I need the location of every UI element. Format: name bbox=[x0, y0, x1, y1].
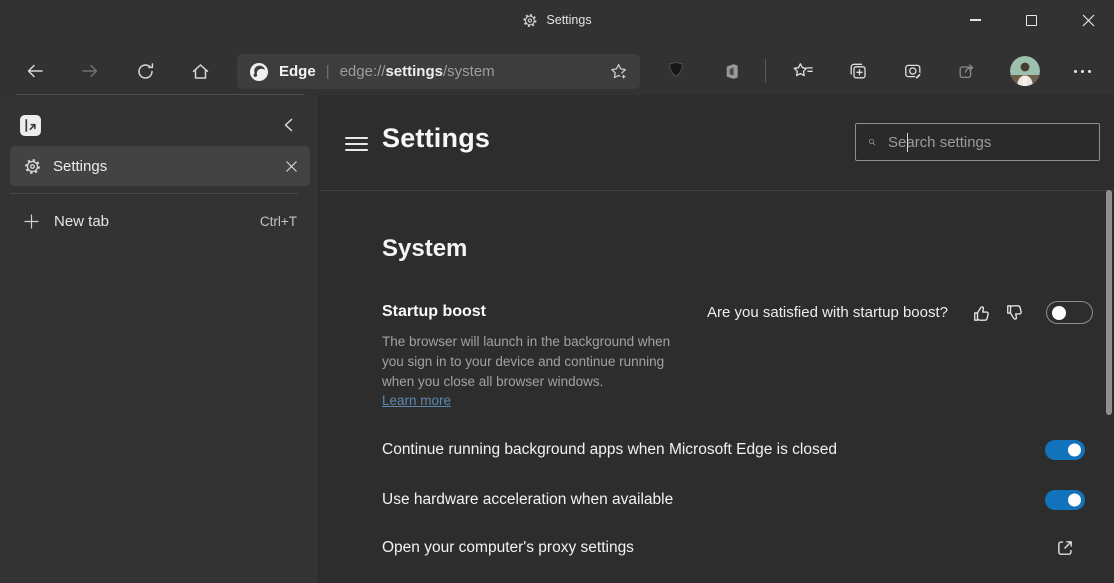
startup-boost-label: Startup boost bbox=[382, 303, 486, 321]
proxy-settings-row[interactable]: Open your computer's proxy settings bbox=[382, 536, 1085, 560]
background-apps-label: Continue running background apps when Mi… bbox=[382, 441, 837, 459]
gear-icon bbox=[522, 13, 537, 28]
minimize-button[interactable] bbox=[952, 0, 998, 40]
toggle-knob bbox=[1052, 306, 1066, 320]
back-button[interactable] bbox=[17, 53, 53, 89]
minimize-icon bbox=[970, 19, 981, 21]
url-scheme: edge:// bbox=[340, 63, 386, 80]
refresh-icon bbox=[135, 61, 156, 82]
hardware-acceleration-row: Use hardware acceleration when available bbox=[382, 488, 1085, 512]
toggle-knob bbox=[1068, 494, 1081, 507]
vertical-tabs-panel: Settings New tab Ctrl+T bbox=[0, 95, 319, 583]
favorites-star-icon bbox=[792, 61, 814, 81]
add-favorite-icon[interactable] bbox=[609, 62, 629, 82]
sidebar-tab-settings[interactable]: Settings bbox=[10, 146, 310, 186]
survey-question: Are you satisfied with startup boost? bbox=[707, 304, 948, 321]
thumbs-down-button[interactable] bbox=[998, 300, 1031, 325]
chevron-left-icon bbox=[280, 116, 298, 134]
new-tab-label: New tab bbox=[54, 213, 260, 230]
search-input[interactable] bbox=[886, 133, 1089, 152]
share-icon bbox=[957, 61, 977, 81]
thumbs-up-icon bbox=[971, 302, 993, 324]
close-icon bbox=[1082, 14, 1095, 27]
profile-avatar[interactable] bbox=[1010, 56, 1040, 86]
startup-boost-toggle[interactable] bbox=[1046, 301, 1093, 324]
tab-actions-icon bbox=[19, 114, 42, 137]
new-tab-shortcut: Ctrl+T bbox=[260, 214, 297, 229]
settings-menu-toggle[interactable] bbox=[345, 137, 368, 151]
sidebar-top-divider bbox=[16, 94, 304, 95]
extension-shield-button[interactable] bbox=[659, 54, 693, 88]
edge-browser-window: Settings bbox=[0, 0, 1114, 583]
hardware-acceleration-label: Use hardware acceleration when available bbox=[382, 491, 673, 509]
close-tab-icon[interactable] bbox=[285, 160, 298, 173]
close-button[interactable] bbox=[1065, 0, 1111, 40]
plus-icon bbox=[23, 213, 40, 230]
thumbs-up-button[interactable] bbox=[965, 300, 998, 325]
learn-more-link[interactable]: Learn more bbox=[382, 393, 451, 408]
favorites-button[interactable] bbox=[786, 54, 820, 88]
startup-boost-survey: Are you satisfied with startup boost? bbox=[707, 300, 1093, 325]
section-title: System bbox=[382, 235, 467, 263]
browser-chrome: Settings bbox=[0, 0, 1114, 95]
address-bar[interactable]: Edge | edge:// settings /system bbox=[237, 54, 640, 89]
gear-icon bbox=[24, 158, 41, 175]
startup-boost-description: The browser will launch in the backgroun… bbox=[382, 332, 694, 392]
text-cursor bbox=[907, 133, 908, 152]
web-capture-icon bbox=[903, 61, 924, 81]
url-path: /system bbox=[443, 63, 495, 80]
settings-menu-button[interactable] bbox=[1065, 54, 1099, 88]
window-title-text: Settings bbox=[546, 13, 591, 27]
toggle-knob bbox=[1068, 444, 1081, 457]
shield-icon bbox=[666, 60, 686, 82]
url-separator: | bbox=[326, 63, 330, 80]
avatar-image bbox=[1010, 56, 1040, 86]
collections-icon bbox=[848, 61, 868, 81]
edge-logo bbox=[249, 62, 269, 82]
window-title: Settings bbox=[522, 0, 591, 40]
forward-button[interactable] bbox=[72, 53, 108, 89]
url-text: Edge | edge:// settings /system bbox=[269, 63, 495, 80]
share-button[interactable] bbox=[950, 54, 984, 88]
maximize-button[interactable] bbox=[1008, 0, 1054, 40]
collections-button[interactable] bbox=[841, 54, 875, 88]
site-name: Edge bbox=[279, 63, 316, 80]
settings-content: Settings System Startup boost The browse… bbox=[320, 95, 1114, 583]
ellipsis-icon bbox=[1074, 70, 1091, 73]
hardware-acceleration-toggle[interactable] bbox=[1045, 490, 1085, 510]
url-host: settings bbox=[385, 63, 443, 80]
refresh-button[interactable] bbox=[127, 53, 163, 89]
maximize-icon bbox=[1026, 15, 1037, 26]
scrollbar-thumb[interactable] bbox=[1106, 190, 1112, 415]
extension-office-button[interactable] bbox=[714, 54, 748, 88]
background-apps-row: Continue running background apps when Mi… bbox=[382, 438, 1085, 462]
page-title: Settings bbox=[382, 123, 490, 154]
tab-label: Settings bbox=[53, 158, 285, 175]
proxy-settings-label: Open your computer's proxy settings bbox=[382, 539, 634, 557]
home-icon bbox=[190, 61, 211, 82]
header-divider bbox=[320, 190, 1114, 191]
search-icon bbox=[868, 133, 876, 151]
background-apps-toggle[interactable] bbox=[1045, 440, 1085, 460]
office-icon bbox=[722, 62, 741, 81]
thumbs-down-icon bbox=[1004, 302, 1026, 324]
new-tab-button[interactable]: New tab Ctrl+T bbox=[0, 203, 319, 239]
back-arrow-icon bbox=[25, 61, 45, 81]
external-link-icon bbox=[1054, 537, 1076, 559]
collapse-pane-button[interactable] bbox=[280, 116, 298, 134]
tab-actions-button[interactable] bbox=[19, 114, 42, 137]
web-capture-button[interactable] bbox=[896, 54, 930, 88]
home-button[interactable] bbox=[182, 53, 218, 89]
sidebar-divider bbox=[10, 193, 298, 194]
forward-arrow-icon bbox=[80, 61, 100, 81]
toolbar-separator bbox=[765, 59, 766, 83]
search-settings-box[interactable] bbox=[855, 123, 1100, 161]
